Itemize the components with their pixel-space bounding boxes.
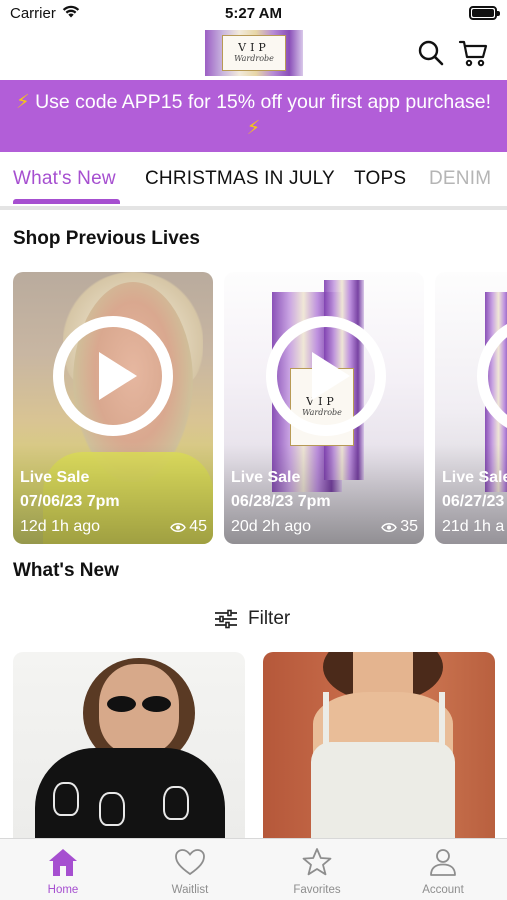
lightning-bolt-icon: ⚡ [246,117,261,139]
view-count: 35 [381,514,418,540]
app-header: VIP Wardrobe [0,28,507,80]
live-card-info: Live Sale 07/06/23 7pm 12d 1h ago 45 [20,466,207,540]
tab-christmas-in-july[interactable]: CHRISTMAS IN JULY [145,168,335,190]
tab-favorites-label: Favorites [293,884,341,896]
tab-waitlist[interactable]: Waitlist [145,847,235,896]
cart-button[interactable] [458,38,488,68]
live-card-date: 07/06/23 7pm [20,493,120,510]
person-icon [430,849,456,876]
tab-account-label: Account [422,884,464,896]
tab-home-label: Home [47,884,79,896]
live-card[interactable]: Live Sale 06/27/23 21d 1h a [435,272,507,544]
filter-label: Filter [248,608,291,629]
tab-denim[interactable]: DENIM [429,168,491,190]
view-count-value: 45 [189,518,207,535]
active-tab-indicator [13,199,120,204]
product-card[interactable] [13,652,245,842]
status-time: 5:27 AM [225,5,282,22]
live-card[interactable]: VIP Wardrobe Live Sale 06/28/23 7pm 20d … [224,272,424,544]
search-button[interactable] [416,38,446,68]
sliders-icon [215,609,237,629]
live-card-ago: 12d 1h ago [20,518,101,535]
live-card-date: 06/28/23 7pm [231,493,331,510]
category-tabs: What's New CHRISTMAS IN JULY TOPS DENIM [0,152,507,210]
promo-banner[interactable]: ⚡ Use code APP15 for 15% off your first … [0,80,507,152]
cart-icon [458,40,488,67]
live-card-label: Live Sale [20,469,90,486]
live-card-ago: 21d 1h a [442,518,505,535]
promo-text: Use code APP15 for 15% off your first ap… [35,91,492,113]
product-card[interactable] [263,652,495,842]
logo-line-2: Wardrobe [234,54,274,63]
star-icon [302,848,332,876]
section-title-whats-new: What's New [13,560,119,581]
bottom-tab-bar: Home Waitlist Favorites Account [0,838,507,900]
tab-waitlist-label: Waitlist [171,884,209,896]
battery-fill [472,9,494,17]
filter-button[interactable]: Filter [214,605,290,633]
tab-tops[interactable]: TOPS [354,168,406,190]
heart-icon [175,849,205,876]
search-icon [418,40,444,66]
play-icon[interactable] [266,316,386,436]
tabs-divider [0,206,507,210]
view-count-value: 35 [400,518,418,535]
lightning-bolt-icon: ⚡ [15,91,30,113]
live-card-label: Live Sale [231,469,301,486]
tab-favorites[interactable]: Favorites [272,847,362,896]
live-card-info: Live Sale 06/28/23 7pm 20d 2h ago 35 [231,466,418,540]
eye-icon [170,522,187,532]
view-count: 45 [170,514,207,540]
store-logo[interactable]: VIP Wardrobe [205,30,303,76]
battery-icon [469,6,500,20]
logo-line-1: VIP [238,41,270,54]
tab-account[interactable]: Account [398,847,488,896]
tab-whats-new[interactable]: What's New [13,168,116,190]
eye-icon [381,522,398,532]
play-icon[interactable] [53,316,173,436]
logo-box: VIP Wardrobe [222,35,286,71]
section-title-lives: Shop Previous Lives [13,228,200,249]
status-bar: Carrier 5:27 AM [0,0,507,28]
app-screen: Carrier 5:27 AM VIP Wardrobe ⚡ Use code … [0,0,507,900]
tab-home[interactable]: Home [18,847,108,896]
live-card[interactable]: Live Sale 07/06/23 7pm 12d 1h ago 45 [13,272,213,544]
live-card-info: Live Sale 06/27/23 21d 1h a [442,466,507,540]
live-card-date: 06/27/23 [442,493,505,510]
live-card-label: Live Sale [442,469,507,486]
home-icon [49,849,77,876]
live-card-ago: 20d 2h ago [231,518,312,535]
